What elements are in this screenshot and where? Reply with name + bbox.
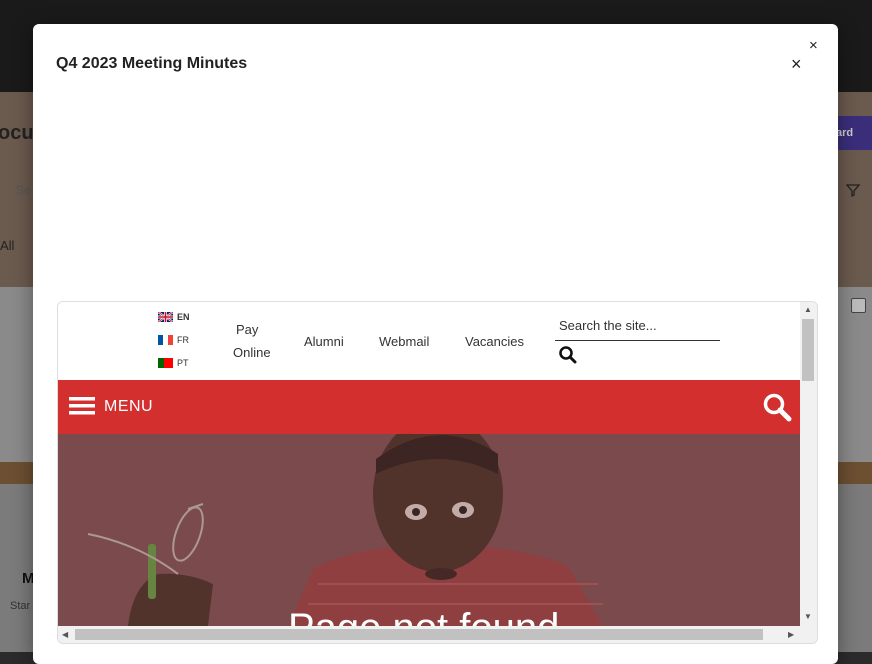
document-modal: Q4 2023 Meeting Minutes × × EN FR PT Pay… [33,24,838,664]
background-search-text: Se [16,183,31,197]
hero-title: Page not found [288,606,559,626]
site-search [555,314,723,341]
hamburger-icon[interactable] [69,397,95,415]
nav-pay-online-line2[interactable]: Online [233,345,271,360]
menu-label[interactable]: MENU [104,398,153,416]
background-filter-label: All [0,238,15,253]
nav-pay-online-line1[interactable]: Pay [236,322,258,337]
background-button: ard [832,116,872,150]
nav-webmail[interactable]: Webmail [379,334,429,349]
background-card-subtitle: Star [10,600,31,612]
language-pt[interactable]: PT [158,358,189,368]
vertical-scrollbar[interactable]: ▲ ▼ [800,302,817,626]
portugal-flag-icon [158,358,173,368]
language-code: FR [177,335,189,345]
language-fr[interactable]: FR [158,335,189,345]
hero-banner: Page not found [58,434,800,626]
embedded-webpage[interactable]: EN FR PT Pay Online Alumni Webmail Vacan… [57,301,818,644]
language-code: EN [177,312,190,322]
uk-flag-icon [158,312,173,322]
filter-icon [846,184,860,197]
background-page-title: ocu [0,122,34,144]
nav-alumni[interactable]: Alumni [304,334,344,349]
scroll-down-icon[interactable]: ▼ [804,612,812,621]
background-checkbox [851,298,866,313]
horizontal-scroll-thumb[interactable] [75,629,763,640]
modal-title: Q4 2023 Meeting Minutes [56,55,248,72]
search-icon[interactable] [558,346,578,364]
site-search-input[interactable] [555,314,723,337]
site-header: EN FR PT Pay Online Alumni Webmail Vacan… [58,302,800,380]
scroll-up-icon[interactable]: ▲ [804,305,812,314]
scroll-left-icon[interactable]: ◀ [62,630,68,639]
search-icon[interactable] [762,392,792,422]
vertical-scroll-thumb[interactable] [802,319,814,381]
hero-photo [58,434,800,626]
france-flag-icon [158,335,173,345]
language-code: PT [177,358,189,368]
nav-vacancies[interactable]: Vacancies [465,334,524,349]
site-menubar: MENU [58,380,800,434]
close-icon[interactable]: × [809,38,818,53]
scroll-right-icon[interactable]: ▶ [788,630,794,639]
language-en[interactable]: EN [158,312,190,322]
horizontal-scrollbar[interactable]: ◀ ▶ [58,626,817,643]
close-button[interactable]: × [791,55,802,73]
